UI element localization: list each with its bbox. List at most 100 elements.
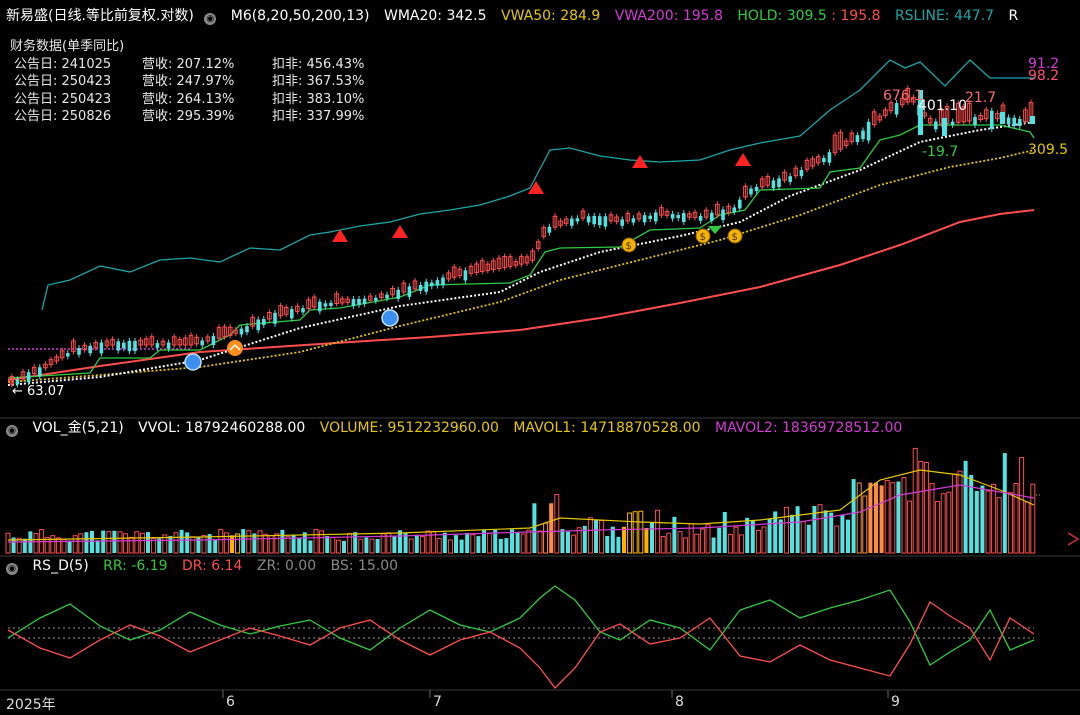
volume-bar bbox=[297, 537, 302, 553]
volume-bar bbox=[498, 538, 503, 553]
money-bag-symbol: $ bbox=[700, 232, 706, 243]
volume-bar bbox=[616, 536, 621, 553]
volume-bar bbox=[566, 531, 570, 553]
candle-body bbox=[855, 135, 860, 143]
volume-bar bbox=[291, 534, 296, 553]
candle-body bbox=[99, 342, 104, 354]
volume-bar bbox=[980, 485, 985, 553]
volume-bar bbox=[123, 533, 129, 554]
dr-label: DR: 6.14 bbox=[182, 558, 243, 574]
volume-bar bbox=[683, 537, 689, 554]
candle-body bbox=[357, 298, 361, 305]
low-price-label: ← 63.07 bbox=[12, 384, 64, 399]
volume-bar bbox=[230, 535, 234, 553]
volume-bar bbox=[515, 532, 520, 553]
price-chart-canvas[interactable]: $$ $ ← 63.07 676.1 401.10 21.7 -19.7 91.2… bbox=[0, 0, 1080, 715]
volume-bar bbox=[733, 526, 739, 554]
volume-bar bbox=[447, 539, 453, 554]
volume-bar bbox=[879, 485, 884, 553]
candle-body bbox=[374, 297, 378, 301]
candle-body bbox=[648, 215, 652, 219]
candle-body bbox=[990, 110, 994, 129]
volume-bar bbox=[218, 528, 224, 554]
candle-body bbox=[441, 277, 445, 286]
candle-body bbox=[603, 216, 608, 227]
rs-title: RS_D(5) bbox=[32, 558, 89, 574]
volume-bar bbox=[101, 530, 106, 553]
volume-bar bbox=[890, 482, 896, 554]
candle-body bbox=[385, 294, 389, 299]
volume-bar bbox=[755, 529, 761, 554]
volume-bar bbox=[650, 522, 654, 553]
volume-bar bbox=[436, 537, 442, 554]
volume-bar bbox=[414, 534, 419, 553]
volume-bar bbox=[168, 536, 173, 553]
volume-bar bbox=[783, 506, 789, 554]
volume-bar bbox=[717, 527, 722, 553]
volume-bar bbox=[846, 519, 850, 553]
volume-bar bbox=[201, 534, 207, 554]
volume-bar bbox=[868, 482, 873, 553]
volume-bar bbox=[722, 512, 727, 553]
money-bag-symbol: $ bbox=[626, 241, 632, 252]
candle-body bbox=[396, 289, 400, 299]
candle-body bbox=[894, 103, 899, 115]
volume-bar bbox=[537, 530, 543, 554]
candle-body bbox=[88, 345, 92, 354]
volume-toggle-icon[interactable]: ◉ bbox=[6, 425, 18, 437]
candle-body bbox=[670, 213, 675, 219]
volume-bar bbox=[67, 540, 72, 553]
right-label-982: 98.2 bbox=[1028, 68, 1059, 84]
volume-bar bbox=[532, 503, 537, 553]
candle-body bbox=[301, 308, 305, 313]
volume-bar bbox=[84, 532, 89, 553]
month-ticks bbox=[222, 690, 889, 698]
candle-body bbox=[676, 214, 680, 219]
candle-body bbox=[592, 215, 596, 225]
volume-bars bbox=[5, 447, 1040, 554]
red-triangle-marker bbox=[735, 153, 751, 166]
volume-bar bbox=[963, 460, 968, 553]
volume-bar bbox=[408, 538, 414, 554]
volume-bar bbox=[823, 510, 828, 553]
candle-body bbox=[771, 180, 776, 189]
scroll-right-icon[interactable] bbox=[1067, 532, 1080, 546]
rs-toggle-icon[interactable]: ◉ bbox=[6, 563, 18, 575]
volume-bar bbox=[840, 515, 845, 553]
volume-bar bbox=[795, 506, 800, 553]
volume-bar bbox=[644, 527, 649, 553]
volume-bar bbox=[699, 528, 705, 554]
volume-bar bbox=[677, 531, 683, 554]
volume-bar bbox=[901, 477, 907, 554]
volume-bar bbox=[358, 538, 364, 554]
candle-body bbox=[239, 328, 244, 335]
volume-bar bbox=[5, 532, 11, 554]
volume-bar bbox=[929, 482, 935, 554]
candle-body bbox=[463, 270, 468, 281]
volume-bar bbox=[347, 532, 353, 554]
candle-body bbox=[362, 298, 367, 304]
candle-body bbox=[698, 215, 703, 221]
candle-body bbox=[547, 226, 552, 233]
candle-body bbox=[127, 340, 132, 352]
volume-bar bbox=[834, 525, 840, 554]
volume-bar bbox=[655, 509, 661, 554]
volume-bar bbox=[274, 533, 280, 554]
candle-body bbox=[570, 218, 574, 226]
candle-body bbox=[38, 367, 42, 377]
volume-bar bbox=[128, 536, 134, 554]
candle-body bbox=[822, 157, 826, 163]
candle-body bbox=[66, 353, 70, 357]
volume-bar bbox=[185, 532, 190, 553]
candle-body bbox=[351, 299, 356, 306]
volume-bar bbox=[313, 528, 319, 554]
volume-bar bbox=[985, 490, 991, 554]
volume-bar bbox=[90, 530, 94, 553]
candle-body bbox=[710, 212, 714, 221]
volume-bar bbox=[369, 538, 375, 554]
volume-bar bbox=[213, 540, 218, 553]
rr-label: RR: -6.19 bbox=[103, 558, 168, 574]
candle-body bbox=[424, 281, 428, 292]
volume-bar bbox=[106, 531, 112, 554]
price-label-217: 21.7 bbox=[965, 90, 996, 106]
